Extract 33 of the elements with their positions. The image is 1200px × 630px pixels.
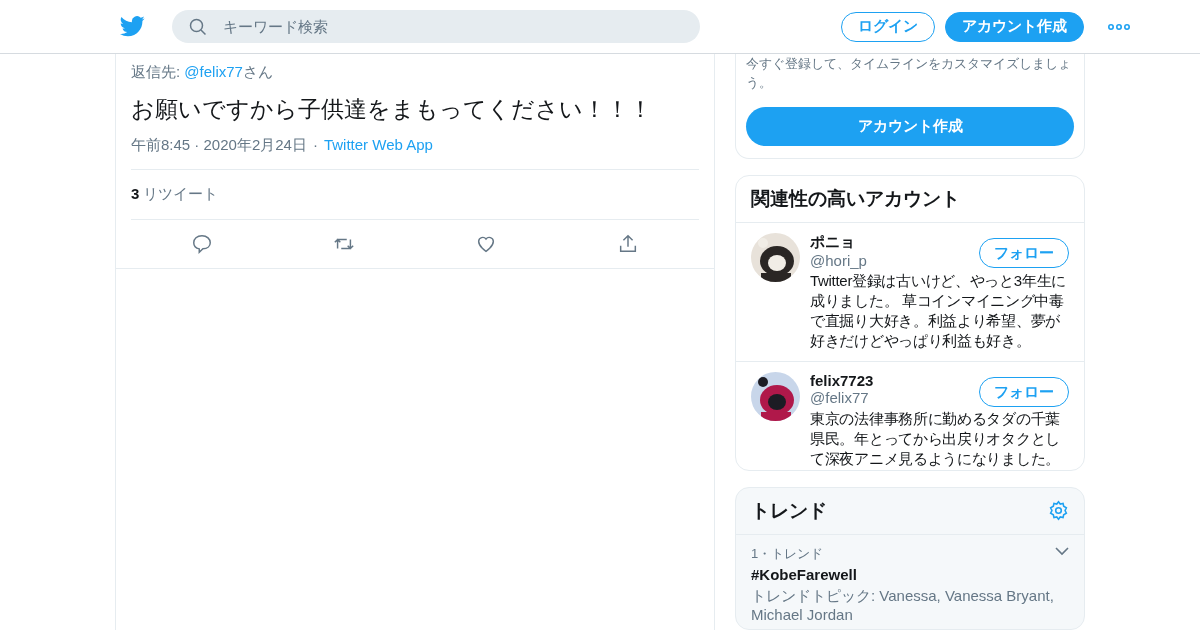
tweet-timestamp[interactable]: 午前8:45 · 2020年2月24日 [131,136,307,155]
settings-icon[interactable] [1048,500,1069,522]
trend-topics: トレンドトピック: Vanessa, Vanessa Bryant, Michael Jordan [751,585,1055,624]
reply-to-text: 返信先: @felix77さん [131,63,274,82]
retweet-count: 3 [131,185,140,204]
signup-button[interactable]: アカウント作成 [945,11,1084,42]
signup-button[interactable]: アカウント作成 [746,107,1074,146]
account-bio: 東京の法律事務所に勤めるタダの千葉県民。年とってから出戻りオタクとして深夜アニメ見るようになりました。 [810,409,1061,470]
chevron-down-icon[interactable] [1055,546,1069,556]
account-handle: @hori_p [810,252,867,270]
card-title: トレンド [751,498,827,523]
account-name[interactable]: felix7723 [810,372,874,390]
share-icon[interactable] [617,233,639,255]
search-field[interactable]: キーワード検索 [172,10,700,43]
source-link[interactable]: Twitter Web App [323,136,433,155]
follow-button[interactable]: フォロー [979,238,1069,269]
card-title: 関連性の高いアカウント [736,176,1084,224]
reply-icon[interactable] [191,233,213,255]
signup-text: 今すぐ登録して、タイムラインをカスタマイズしましょう。 [746,55,1072,92]
follow-button[interactable]: フォロー [979,377,1069,408]
separator-text: · [312,136,318,155]
trend-name[interactable]: #KobeFarewell [751,565,1069,583]
account-bio: Twitter登録は古いけど、やっと3年生に成りました。 草コインマイニング中毒で直掘り大好き。利益より希望、夢が好きだけどやっぱり利益も好き。 [810,271,1067,352]
bird-logo-icon[interactable] [120,16,145,37]
account-name[interactable]: ポニョ [810,233,867,253]
account-handle: @felix77 [810,389,870,407]
retweet-label[interactable]: リツイート [143,185,219,204]
user-link[interactable]: @felix77 [184,63,243,80]
search-icon [189,18,207,36]
trend-meta: 1・トレンド [751,544,824,563]
login-button[interactable]: ログイン [841,11,935,42]
tweet-text: お願いですから子供達をまもってください！！！ [131,95,653,124]
more-icon[interactable] [1108,23,1130,30]
